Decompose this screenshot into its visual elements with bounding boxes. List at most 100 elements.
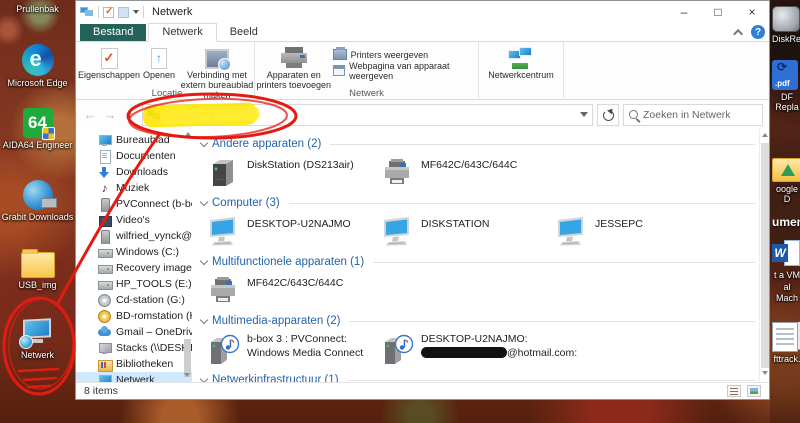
scrollbar-thumb[interactable]	[184, 339, 191, 377]
scroll-up-icon[interactable]	[762, 133, 768, 137]
netwerkcentrum-button[interactable]: Netwerkcentrum	[481, 45, 561, 80]
computer-icon	[380, 214, 414, 248]
desktop: Prullenbak Microsoft Edge 64 AIDA64 Engi…	[0, 0, 800, 423]
ribbon: Eigenschappen Openen Verbinding met exte…	[76, 42, 769, 100]
chevron-down-icon[interactable]	[200, 197, 208, 205]
scroll-down-icon[interactable]	[762, 371, 768, 375]
desktop-icon-google-drive[interactable]: oogle D	[772, 158, 800, 205]
scrollbar-thumb[interactable]	[761, 143, 769, 368]
chevron-down-icon[interactable]	[200, 374, 208, 382]
up-button[interactable]: ↑	[122, 107, 138, 122]
search-input[interactable]	[643, 109, 757, 121]
tab-beeld[interactable]: Beeld	[217, 24, 271, 41]
device-item-mf642c-mfp[interactable]: MF642C/643C/644C	[206, 273, 380, 307]
title-bar[interactable]: Netwerk – □ ×	[76, 1, 769, 23]
sidebar-item-wilfried[interactable]: wilfried_vynck@hc	[76, 228, 192, 244]
desktop-icon-usb-img[interactable]: USB_img	[0, 252, 75, 290]
item-count: 8 items	[84, 385, 118, 397]
tab-bestand[interactable]: Bestand	[80, 24, 146, 41]
content-scrollbar[interactable]	[759, 129, 769, 382]
computer-item-jessepc[interactable]: JESSEPC	[554, 214, 728, 248]
sidebar-item-netwerk[interactable]: Netwerk	[76, 372, 192, 382]
large-icons-view-button[interactable]	[747, 385, 761, 397]
section-title[interactable]: Multifunctionele apparaten (1)	[212, 256, 364, 268]
address-bar[interactable]: › Netwerk	[142, 104, 593, 126]
status-bar: 8 items	[76, 382, 769, 399]
sidebar-item-downloads[interactable]: Downloads	[76, 164, 192, 180]
sidebar-item-bureaublad[interactable]: Bureaublad	[76, 132, 192, 148]
sidebar-item-bibliotheken[interactable]: Bibliotheken	[76, 356, 192, 372]
section-title[interactable]: Computer (3)	[212, 197, 280, 209]
sidebar-item-hptools-e[interactable]: HP_TOOLS (E:)	[76, 276, 192, 292]
collapse-ribbon-icon[interactable]	[733, 28, 743, 38]
network-computer-icon	[21, 318, 55, 348]
desktop-icon-diskrep[interactable]: DiskRep	[772, 6, 800, 44]
device-webpage-button[interactable]: Webpagina van apparaat weergeven	[333, 63, 478, 78]
ribbon-tabs: Bestand Netwerk Beeld ?	[76, 23, 769, 42]
media-item-bbox3[interactable]: b-box 3 : PVConnect: Windows Media Conne…	[206, 332, 380, 366]
search-box[interactable]	[623, 104, 763, 126]
section-andere-apparaten: Andere apparaten (2) DiskStation (DS213a…	[201, 136, 755, 193]
media-item-desktop-u2najmo[interactable]: DESKTOP-U2NAJMO: @hotmail.com:	[380, 332, 640, 366]
add-devices-printers-button[interactable]: Apparaten en printers toevoegen	[255, 45, 333, 90]
chevron-down-icon[interactable]	[133, 10, 139, 14]
close-button[interactable]: ×	[735, 1, 769, 23]
section-title[interactable]: Netwerkinfrastructuur (1)	[212, 374, 339, 382]
chevron-down-icon[interactable]	[200, 315, 208, 323]
desktop-icon-grabit[interactable]: Grabit Downloads	[0, 180, 75, 222]
sidebar-item-pvconnect[interactable]: PVConnect (b-box	[76, 196, 192, 212]
section-multimedia: Multimedia-apparaten (2) b-box 3 : PVCon…	[201, 313, 755, 370]
details-view-button[interactable]	[727, 385, 741, 397]
desktop-right-strip: DiskRep DF Repla oogle D umen W t a VM a…	[770, 0, 800, 423]
properties-quick-icon[interactable]	[103, 7, 114, 18]
sidebar-scrollbar[interactable]	[183, 129, 192, 382]
desktop-icon-softtrack[interactable]: fttrack.	[772, 322, 800, 364]
label-fragment: umen	[772, 215, 800, 229]
media-device-icon	[206, 332, 240, 366]
globe-plug-icon	[23, 180, 53, 210]
device-item-diskstation[interactable]: DiskStation (DS213air)	[206, 155, 380, 189]
computer-item-diskstation[interactable]: DISKSTATION	[380, 214, 554, 248]
sidebar-item-stacks[interactable]: Stacks (\\DESKTOP	[76, 340, 192, 356]
download-icon	[98, 166, 111, 179]
new-folder-quick-icon[interactable]	[118, 7, 129, 18]
ribbon-group-netwerkcentrum: Netwerkcentrum	[478, 42, 564, 100]
desktop-icon-pdf-replacer[interactable]: DF Repla	[772, 60, 800, 113]
scroll-up-icon[interactable]	[185, 132, 191, 136]
section-title[interactable]: Multimedia-apparaten (2)	[212, 315, 340, 327]
sidebar-item-cdstation-g[interactable]: Cd-station (G:)	[76, 292, 192, 308]
address-dropdown-icon[interactable]	[580, 112, 588, 117]
computer-item-desktop-u2najmo[interactable]: DESKTOP-U2NAJMO	[206, 214, 380, 248]
desktop-icon-word-doc[interactable]: W t a VM al Mach	[772, 240, 800, 303]
sidebar-item-muziek[interactable]: ♪Muziek	[76, 180, 192, 196]
breadcrumb[interactable]: Netwerk	[175, 109, 215, 121]
desktop-icon-aida64[interactable]: 64 AIDA64 Engineer	[0, 108, 75, 150]
help-icon[interactable]: ?	[751, 25, 765, 39]
sidebar-item-recovery-d[interactable]: Recovery image (D	[76, 260, 192, 276]
refresh-button[interactable]	[597, 104, 619, 126]
forward-button[interactable]: →	[102, 107, 118, 122]
sidebar-item-gmail-onedrive[interactable]: Gmail – OneDrive (	[76, 324, 192, 340]
music-note-icon: ♪	[98, 182, 111, 195]
scroll-down-icon[interactable]	[184, 373, 190, 377]
chevron-down-icon[interactable]	[200, 256, 208, 264]
chevron-down-icon[interactable]	[200, 138, 208, 146]
sidebar-item-documenten[interactable]: Documenten	[76, 148, 192, 164]
desktop-icon-label: USB_img	[18, 280, 56, 290]
sidebar-item-bdromstation-h[interactable]: BD-romstation (H:	[76, 308, 192, 324]
sidebar-item-windows-c[interactable]: Windows (C:)	[76, 244, 192, 260]
maximize-button[interactable]: □	[701, 1, 735, 23]
minimize-button[interactable]: –	[667, 1, 701, 23]
back-button[interactable]: ←	[82, 107, 98, 122]
device-item-mf642c[interactable]: MF642C/643C/644C	[380, 155, 554, 189]
desktop-icon-netwerk[interactable]: Netwerk	[0, 318, 75, 360]
desktop-icon-edge[interactable]: Microsoft Edge	[0, 44, 75, 88]
media-device-icon	[98, 198, 111, 211]
hard-drive-icon	[98, 278, 111, 291]
sidebar-item-videos[interactable]: Video's	[76, 212, 192, 228]
tab-netwerk[interactable]: Netwerk	[148, 23, 216, 42]
section-multifunctionele: Multifunctionele apparaten (1) MF642C/64…	[201, 254, 755, 311]
desktop-icon-prullenbak[interactable]: Prullenbak	[0, 4, 75, 14]
group-label-locatie: Locatie	[80, 88, 254, 99]
section-title[interactable]: Andere apparaten (2)	[212, 138, 321, 150]
